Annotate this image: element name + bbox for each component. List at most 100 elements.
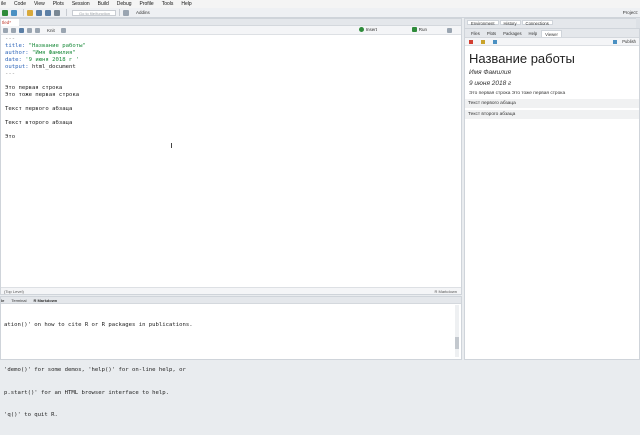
code-text: Это [5, 134, 16, 140]
tab-terminal[interactable]: Terminal [11, 298, 26, 303]
menu-plots[interactable]: Plots [53, 1, 64, 7]
broom-icon[interactable] [481, 40, 485, 44]
code-text: Это первая строка [5, 85, 63, 91]
print-icon[interactable] [54, 9, 60, 16]
goto-file-input[interactable]: Go to file/function [72, 9, 116, 16]
back-icon[interactable] [3, 27, 8, 33]
refresh-icon[interactable] [493, 40, 497, 44]
console-output[interactable]: ation()' on how to cite R or R packages … [4, 307, 193, 435]
menu-code[interactable]: Code [14, 1, 26, 7]
insert-button[interactable]: Insert [358, 27, 377, 32]
toolbar-divider [119, 9, 120, 16]
forward-icon[interactable] [11, 27, 16, 33]
addins-button[interactable]: Addins [136, 10, 150, 15]
grid-icon[interactable] [123, 9, 129, 16]
toolbar-divider [23, 9, 24, 16]
search-icon[interactable] [35, 27, 40, 33]
yaml-value: html_document [31, 64, 76, 70]
tab-environment[interactable]: Environment [467, 20, 499, 26]
document-paragraph: Это первая строка Это тоже первая строка [469, 91, 566, 96]
viewer-tab-bar: Files Plots Packages Help Viewer [465, 29, 639, 38]
code-line: Это первая строка [5, 85, 455, 92]
code-line: Это тоже первая строка [5, 92, 455, 99]
publish-button[interactable]: Publish [622, 39, 636, 44]
document-paragraph: Текст второго абзаца [465, 110, 639, 119]
outline-icon[interactable] [447, 28, 452, 33]
code-text: Текст второго абзаца [5, 120, 73, 126]
document-author: Имя Фамилия [469, 69, 511, 76]
menu-tools[interactable]: Tools [162, 1, 174, 7]
project-label[interactable]: Project: [623, 10, 638, 15]
console-tab-bar: le Terminal R Markdown [1, 297, 461, 304]
editor-tab-bar: tled* [1, 19, 461, 26]
tab-packages[interactable]: Packages [500, 30, 524, 37]
save-icon[interactable] [36, 9, 42, 16]
tab-plots[interactable]: Plots [484, 30, 499, 37]
tab-help[interactable]: Help [526, 30, 541, 37]
publish-icon[interactable] [613, 40, 617, 44]
code-text: Это тоже первая строка [5, 92, 80, 98]
gear-icon[interactable] [60, 27, 66, 33]
stop-icon[interactable] [469, 40, 473, 44]
new-file-icon[interactable] [2, 9, 8, 16]
editor-toolbar: Knit Insert Run [1, 26, 461, 35]
viewer-toolbar: Publish [465, 38, 639, 46]
console-line: 'q()' to quit R. [4, 412, 58, 418]
knit-button[interactable]: Knit [47, 28, 55, 33]
menu-debug[interactable]: Debug [117, 1, 132, 7]
code-text: Текст первого абзаца [5, 106, 73, 112]
menu-view[interactable]: View [34, 1, 45, 7]
console-scroll-thumb[interactable] [455, 337, 459, 349]
new-project-icon[interactable] [11, 9, 17, 16]
menu-file[interactable]: ile [1, 1, 6, 7]
code-line: date: '9 июня 2018 г ' [5, 57, 455, 64]
code-line: title: "Название работы" [5, 43, 455, 50]
editor-status-bar: (Top Level) R Markdown [1, 287, 461, 294]
open-file-icon[interactable] [27, 9, 33, 16]
console-line: ation()' on how to cite R or R packages … [4, 322, 193, 328]
environment-tab-bar: Environment History Connections [467, 20, 554, 26]
tab-connections[interactable]: Connections [521, 20, 553, 26]
code-line: --- [5, 71, 455, 78]
toolbar-divider [66, 9, 67, 16]
save-all-icon[interactable] [45, 9, 51, 16]
menu-build[interactable]: Build [98, 1, 109, 7]
tab-r-markdown[interactable]: R Markdown [33, 298, 57, 303]
menu-session[interactable]: Session [72, 1, 90, 7]
tab-viewer[interactable]: Viewer [541, 30, 562, 37]
save-icon[interactable] [19, 27, 24, 33]
editor-tab-untitled[interactable]: tled* [1, 19, 19, 26]
console-scrollbar[interactable] [455, 305, 459, 357]
viewer-pane: Files Plots Packages Help Viewer Publish… [464, 28, 640, 360]
file-type-indicator[interactable]: R Markdown [435, 288, 457, 295]
pane-resize-handle[interactable] [636, 18, 640, 28]
document-title: Название работы [469, 51, 575, 66]
insert-chunk-icon [358, 27, 364, 32]
code-line: author: "Имя Фамилия" [5, 50, 455, 57]
menu-profile[interactable]: Profile [140, 1, 154, 7]
run-button[interactable]: Run [411, 27, 427, 32]
run-label: Run [418, 27, 427, 32]
code-line: --- [5, 36, 455, 43]
tab-console[interactable]: le [1, 298, 4, 303]
tab-files[interactable]: Files [468, 30, 483, 37]
console-line: 'demo()' for some demos, 'help()' for on… [4, 367, 186, 373]
scope-indicator[interactable]: (Top Level) [4, 288, 24, 295]
editor-pane: tled* Knit Insert Run --- title: "Названи… [0, 18, 462, 295]
main-toolbar: Go to file/function Addins [0, 8, 640, 18]
code-line: output: html_document [5, 64, 455, 71]
yaml-key: author: [5, 50, 32, 56]
tab-history[interactable]: History [499, 20, 521, 26]
yaml-key: output: [5, 64, 32, 70]
document-paragraph: Текст первого абзаца [465, 99, 639, 108]
console-line: p.start()' for an HTML browser interface… [4, 389, 170, 396]
yaml-value: "Имя Фамилия" [31, 50, 76, 56]
code-line: Это [5, 134, 455, 141]
menu-help[interactable]: Help [181, 1, 191, 7]
spellcheck-icon[interactable] [27, 27, 32, 33]
code-editor[interactable]: --- title: "Название работы" author: "Имя … [5, 36, 455, 141]
